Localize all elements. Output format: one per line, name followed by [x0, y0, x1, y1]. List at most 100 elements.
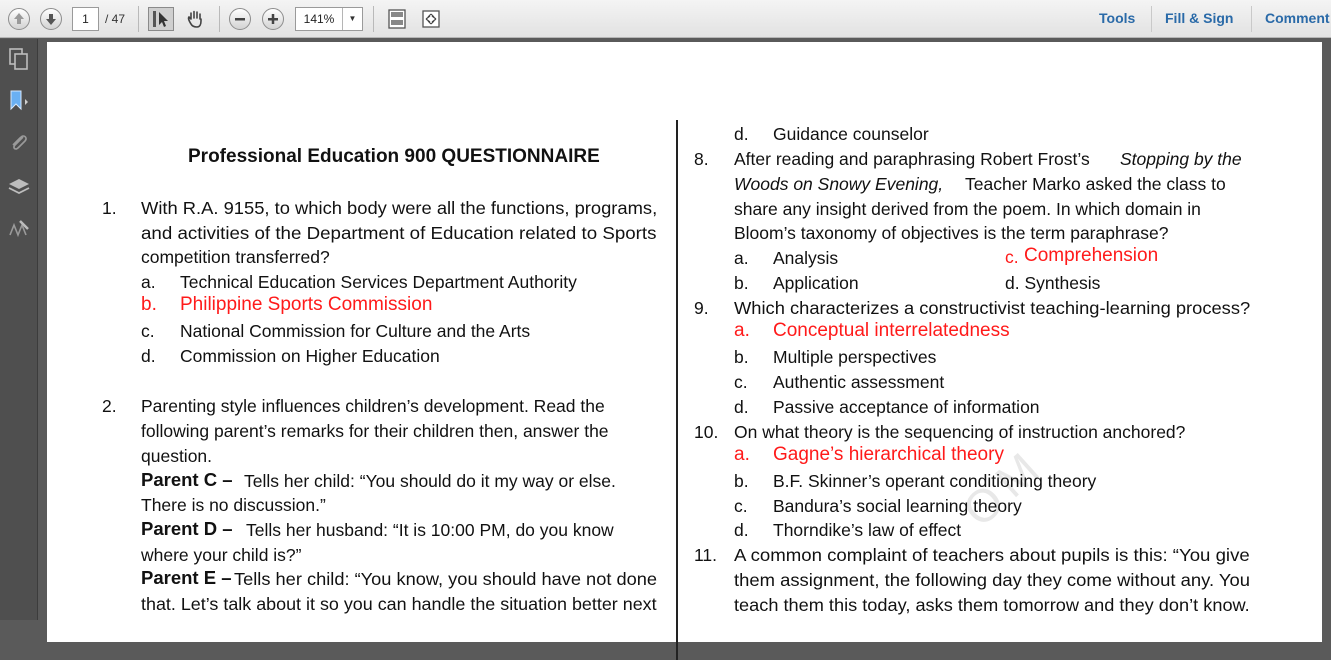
next-page-button[interactable]: [40, 7, 62, 31]
question-text: There is no discussion.”: [141, 495, 326, 515]
hand-icon: [187, 10, 202, 28]
parent-label: Parent E –: [141, 567, 232, 588]
minus-icon: [229, 8, 251, 30]
option-letter: a.: [734, 248, 749, 268]
page-title: Professional Education 900 QUESTIONNAIRE: [188, 146, 600, 167]
option-text: Analysis: [773, 248, 839, 268]
question-number: 11.: [694, 545, 718, 565]
option-letter: d.: [734, 397, 749, 417]
page-number-input[interactable]: 1: [72, 7, 99, 31]
question-text: share any insight derived from the poem.…: [734, 199, 1201, 219]
option-text: Application: [773, 273, 859, 293]
question-text: following parent’s remarks for their chi…: [141, 421, 609, 441]
question-text: Which characterizes a constructivist tea…: [734, 298, 1251, 318]
option-letter: b.: [734, 347, 749, 367]
zoom-in-button[interactable]: [262, 7, 284, 31]
option-letter: d.: [141, 346, 156, 366]
question-number: 1.: [102, 198, 117, 218]
paperclip-icon[interactable]: [7, 131, 31, 155]
question-text: Tells her child: “You should do it my wa…: [244, 471, 616, 491]
question-text: A common complaint of teachers about pup…: [734, 545, 1250, 565]
option-text: d. Synthesis: [1005, 273, 1101, 293]
fullscreen-button[interactable]: [418, 7, 444, 31]
question-text: Parenting style influences children’s de…: [141, 396, 605, 416]
answer-letter: a.: [734, 320, 750, 341]
prev-page-button[interactable]: [8, 7, 30, 31]
fullscreen-icon: [422, 10, 440, 28]
question-text: Bloom’s taxonomy of objectives is the te…: [734, 223, 1169, 243]
option-text: Technical Education Services Department …: [180, 272, 577, 292]
chevron-down-icon[interactable]: ▼: [342, 8, 362, 30]
select-tool-button[interactable]: [148, 7, 174, 31]
answer-text: Comprehension: [1024, 245, 1159, 266]
option-text: Passive acceptance of information: [773, 397, 1040, 417]
question-text: On what theory is the sequencing of inst…: [734, 422, 1186, 442]
question-text: that. Let’s talk about it so you can han…: [141, 594, 657, 614]
question-number: 8.: [694, 149, 709, 169]
option-text: B.F. Skinner’s operant conditioning theo…: [773, 471, 1097, 491]
option-text: Bandura’s social learning theory: [773, 496, 1022, 516]
question-text: question.: [141, 446, 213, 466]
zoom-value: 141%: [303, 12, 335, 26]
question-text: After reading and paraphrasing Robert Fr…: [734, 149, 1090, 169]
option-letter: d.: [734, 520, 749, 540]
question-text: Stopping by the: [1120, 149, 1242, 169]
arrow-up-icon: [8, 8, 30, 30]
plus-icon: [262, 8, 284, 30]
navigation-pane: [0, 39, 38, 620]
arrow-down-icon: [40, 8, 62, 30]
option-text: National Commission for Culture and the …: [180, 321, 531, 341]
answer-text: Philippine Sports Commission: [180, 294, 433, 315]
column-divider: [676, 120, 678, 660]
question-number: 9.: [694, 298, 709, 318]
answer-letter: c.: [1005, 247, 1019, 267]
answer-letter: b.: [141, 294, 157, 315]
page-total: / 47: [105, 12, 126, 26]
fill-sign-link[interactable]: Fill & Sign: [1165, 10, 1233, 26]
question-text: competition transferred?: [141, 247, 330, 267]
question-number: 10.: [694, 422, 719, 442]
bookmark-icon[interactable]: [7, 89, 31, 113]
option-letter: c.: [734, 496, 748, 516]
fit-page-icon: [388, 9, 406, 29]
option-letter: b.: [734, 471, 749, 491]
option-letter: c.: [734, 372, 748, 392]
question-text: Tells her husband: “It is 10:00 PM, do y…: [246, 520, 614, 540]
option-letter: a.: [141, 272, 156, 292]
option-letter: d.: [734, 124, 749, 144]
tools-link[interactable]: Tools: [1099, 10, 1135, 26]
answer-text: Conceptual interrelatedness: [773, 320, 1010, 341]
option-letter: c.: [141, 321, 155, 341]
signature-icon[interactable]: [7, 217, 31, 241]
question-text: Woods on Snowy Evening,: [734, 174, 944, 194]
answer-text: Gagne’s hierarchical theory: [773, 444, 1004, 465]
pages-icon[interactable]: [7, 47, 31, 71]
zoom-out-button[interactable]: [229, 7, 251, 31]
option-text: Commission on Higher Education: [180, 346, 440, 366]
zoom-select[interactable]: 141% ▼: [295, 7, 363, 31]
question-text: and activities of the Department of Educ…: [141, 223, 657, 243]
question-text: them assignment, the following day they …: [734, 570, 1250, 590]
hand-tool-button[interactable]: [182, 7, 208, 31]
parent-label: Parent C –: [141, 469, 233, 490]
option-letter: b.: [734, 273, 749, 293]
comment-link[interactable]: Comment: [1265, 10, 1330, 26]
question-number: 2.: [102, 396, 117, 416]
select-cursor-icon: [153, 11, 168, 27]
fit-page-button[interactable]: [384, 7, 410, 31]
question-text: With R.A. 9155, to which body were all t…: [141, 198, 658, 218]
parent-label: Parent D –: [141, 518, 233, 539]
question-text: Teacher Marko asked the class to: [965, 174, 1226, 194]
question-text: teach them this today, asks them tomorro…: [734, 595, 1250, 615]
pdf-page: OM Professional Education 900 QUESTIONNA…: [47, 42, 1322, 660]
document-viewport[interactable]: OM Professional Education 900 QUESTIONNA…: [39, 39, 1331, 660]
option-text: Multiple perspectives: [773, 347, 937, 367]
answer-letter: a.: [734, 444, 750, 465]
toolbar: 1 / 47 141% ▼ Tools Fill & Sign Comment: [0, 0, 1331, 38]
option-text: Guidance counselor: [773, 124, 929, 144]
option-text: Thorndike’s law of effect: [773, 520, 962, 540]
option-text: Authentic assessment: [773, 372, 945, 392]
question-text: where your child is?”: [141, 545, 302, 565]
layers-icon[interactable]: [7, 175, 31, 199]
question-text: Tells her child: “You know, you should h…: [234, 569, 658, 589]
